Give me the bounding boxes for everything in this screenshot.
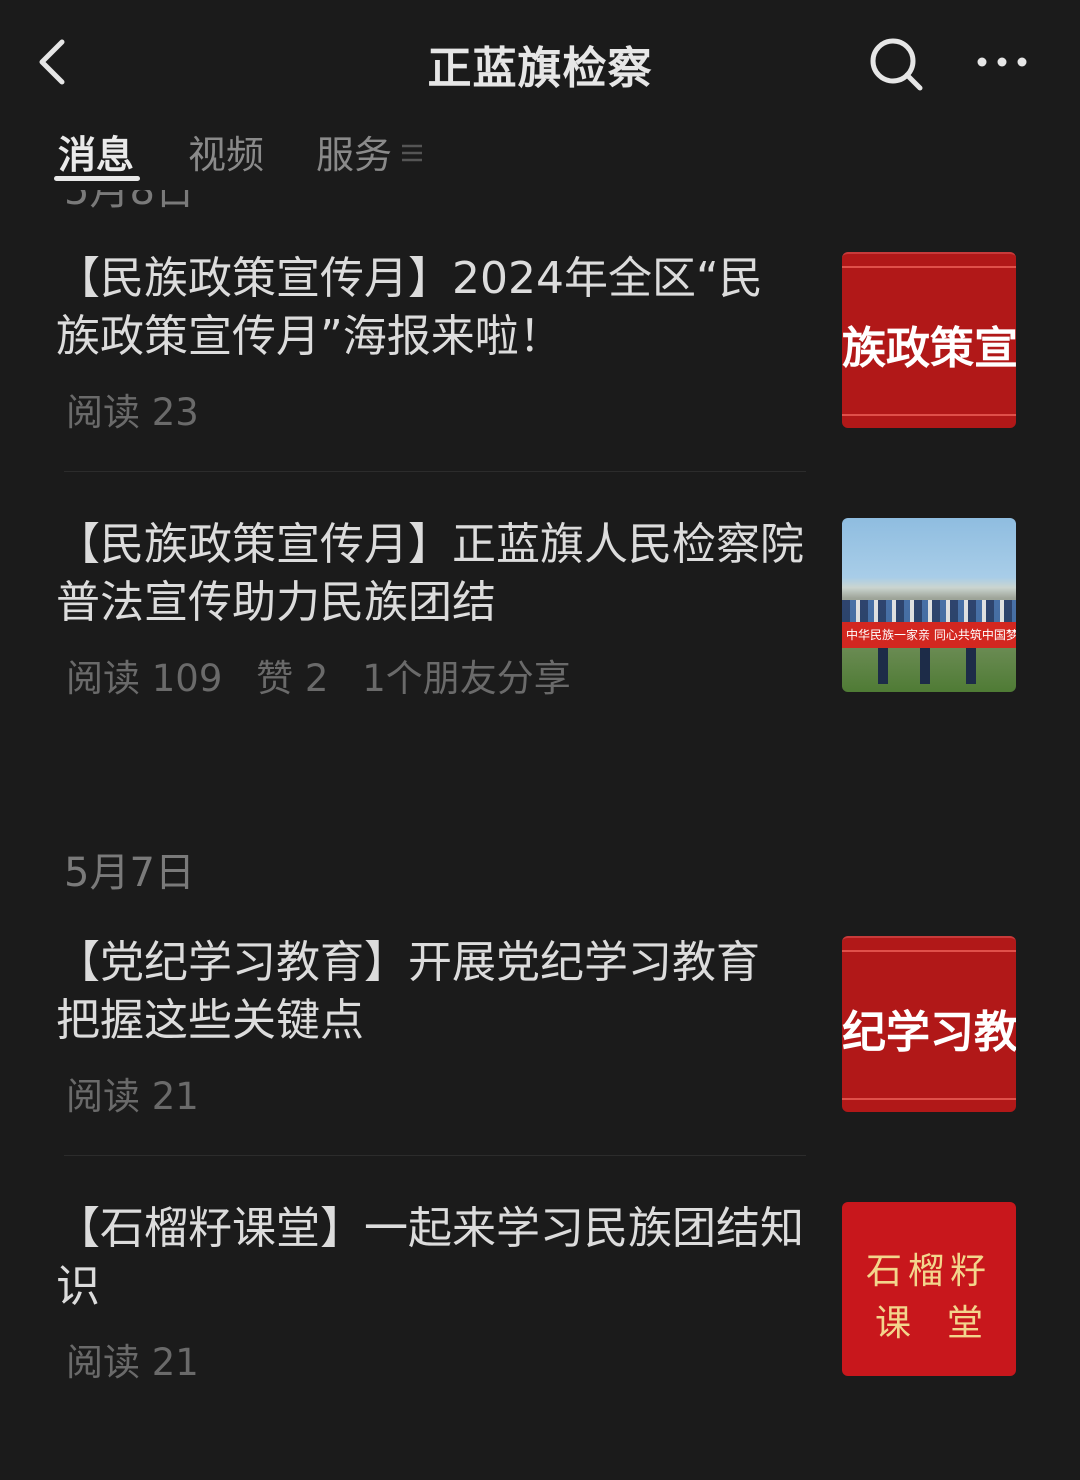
article-title: 【党纪学习教育】开展党纪学习教育 把握这些关键点 — [56, 937, 760, 1046]
article-title: 【石榴籽课堂】一起来学习民族团结知识 — [56, 1203, 804, 1312]
tab-services[interactable]: 服务 — [316, 124, 392, 179]
menu-lines-icon — [400, 140, 426, 166]
thumb-figure — [878, 648, 888, 684]
article-meta: 阅读 109 赞 2 1个朋友分享 — [66, 648, 593, 702]
article-title: 【民族政策宣传月】正蓝旗人民检察院普法宣传助力民族团结 — [56, 519, 804, 628]
tab-videos[interactable]: 视频 — [188, 124, 264, 179]
thumb-line-2: 课堂 — [874, 1303, 1016, 1344]
search-button[interactable] — [866, 34, 926, 94]
article-meta: 阅读 21 — [66, 1332, 221, 1386]
divider — [64, 1155, 806, 1156]
thumb-text: 纪学习教 — [842, 1007, 1016, 1058]
more-dots-icon — [977, 57, 1027, 67]
tab-bar: 消息 视频 服务 — [0, 120, 1080, 190]
article-thumbnail: 纪学习教 — [842, 936, 1016, 1112]
thumb-line — [842, 950, 1016, 952]
article-thumbnail: 族政策宣传 — [842, 252, 1016, 428]
article-thumbnail: 石榴籽 课堂 — [842, 1202, 1016, 1376]
thumb-text: 族政策宣传 — [842, 323, 1016, 374]
more-button[interactable] — [970, 40, 1034, 84]
top-bar: 正蓝旗检察 — [0, 0, 1080, 120]
article-thumbnail-photo: 中华民族一家亲 同心共筑中国梦 — [842, 518, 1016, 692]
friend-share-count: 1个朋友分享 — [362, 657, 571, 700]
read-count: 阅读 21 — [66, 1341, 199, 1384]
article-item[interactable]: 【党纪学习教育】开展党纪学习教育 把握这些关键点 阅读 21 纪学习教 — [0, 934, 1080, 1134]
thumb-line-1: 石榴籽 — [865, 1251, 992, 1292]
search-icon — [870, 38, 923, 91]
thumb-line — [842, 266, 1016, 268]
thumb-banner: 中华民族一家亲 同心共筑中国梦 — [842, 622, 1016, 648]
read-count: 阅读 23 — [66, 391, 199, 434]
article-list-page: 5月8日 正蓝旗检察 消息 视频 服务 【民族政策宣传月】2024年全区“民族政… — [0, 0, 1080, 1480]
read-count: 阅读 109 — [66, 657, 223, 700]
like-count: 赞 2 — [256, 657, 329, 700]
article-item[interactable]: 【民族政策宣传月】正蓝旗人民检察院普法宣传助力民族团结 阅读 109 赞 2 1… — [0, 516, 1080, 716]
article-item[interactable]: 【石榴籽课堂】一起来学习民族团结知识 阅读 21 石榴籽 课堂 — [0, 1200, 1080, 1400]
article-item[interactable]: 【民族政策宣传月】2024年全区“民族政策宣传月”海报来啦！ 阅读 23 族政策… — [0, 250, 1080, 450]
active-tab-indicator — [54, 176, 140, 181]
thumb-line — [842, 1098, 1016, 1100]
thumb-figure — [966, 648, 976, 684]
date-label: 5月7日 — [64, 850, 195, 896]
article-meta: 阅读 21 — [66, 1066, 221, 1120]
divider — [64, 471, 806, 472]
thumb-figure — [920, 648, 930, 684]
tab-messages[interactable]: 消息 — [58, 124, 134, 179]
article-title: 【民族政策宣传月】2024年全区“民族政策宣传月”海报来啦！ — [56, 253, 763, 362]
read-count: 阅读 21 — [66, 1075, 199, 1118]
thumb-line — [842, 414, 1016, 416]
article-meta: 阅读 23 — [66, 382, 221, 436]
